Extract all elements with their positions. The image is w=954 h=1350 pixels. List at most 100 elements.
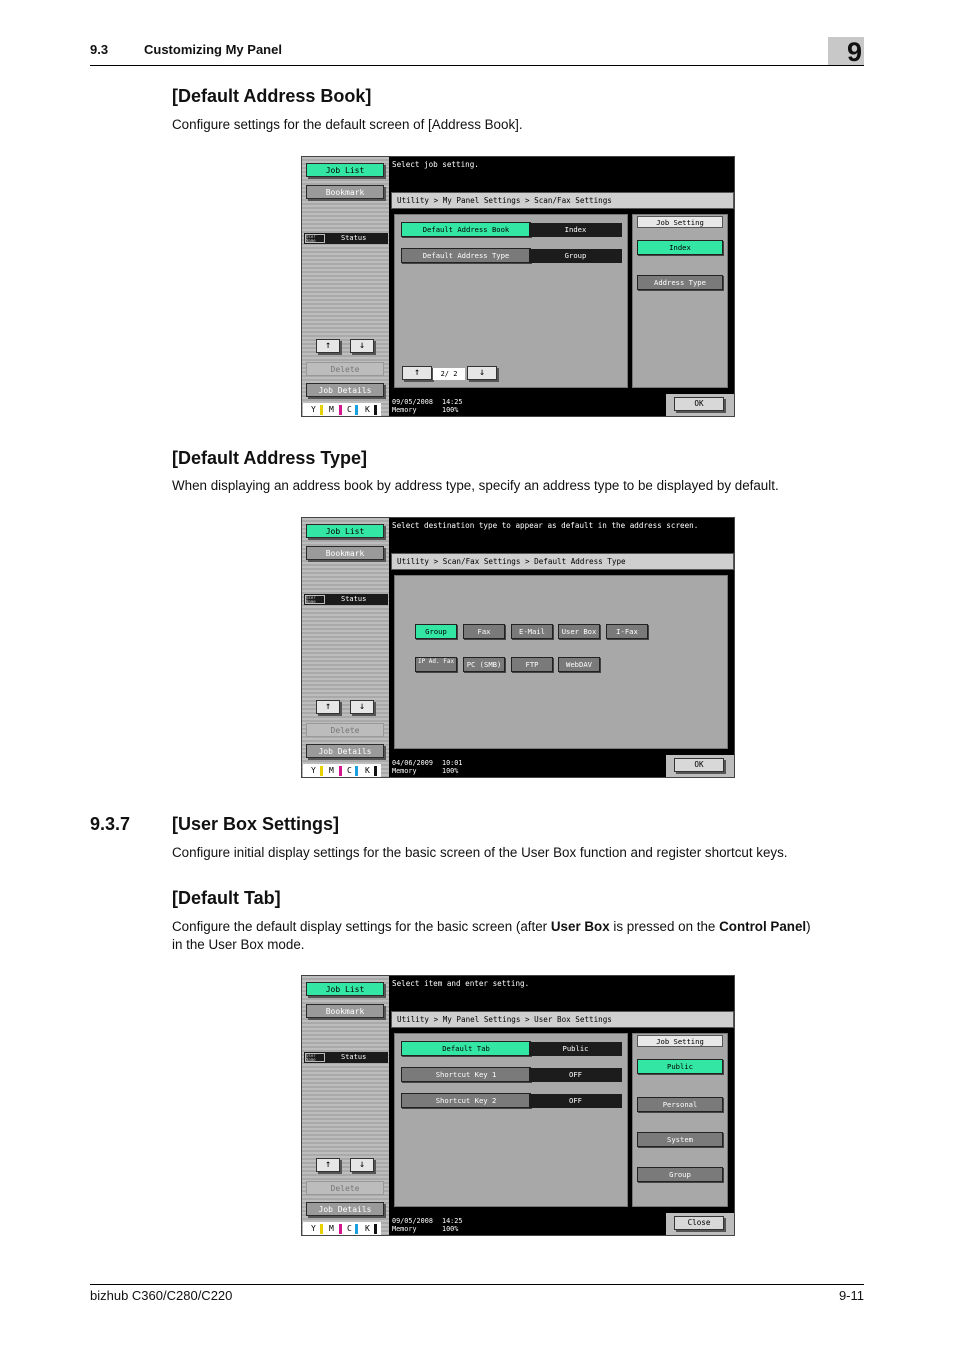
option-public-button[interactable]: Public (637, 1059, 723, 1074)
time: 10:01 (442, 759, 463, 767)
toner-c-label: C (347, 1224, 352, 1233)
delete-button[interactable]: Delete (306, 1181, 384, 1195)
setting-value: Index (529, 223, 622, 237)
chapter-number-box: 9 (828, 37, 864, 67)
down-arrow-icon[interactable]: ↓ (350, 700, 374, 714)
setting-value: Group (529, 249, 622, 263)
shortcut-key-1-button[interactable]: Shortcut Key 1 (401, 1067, 531, 1082)
bold-user-box: User Box (550, 919, 610, 934)
job-list-button[interactable]: Job List (306, 163, 384, 177)
option-address-type-button[interactable]: Address Type (637, 275, 723, 290)
option-index-button[interactable]: Index (637, 240, 723, 255)
page-up-icon[interactable]: ↑ (402, 366, 432, 380)
close-button[interactable]: Close (674, 1216, 724, 1230)
footer-page-number: 9-11 (838, 1288, 864, 1303)
toner-y-bar (320, 405, 323, 415)
header-section-number: 9.3 (90, 42, 109, 57)
setting-row[interactable]: Default Address Type Group (401, 248, 623, 264)
toner-c-bar (355, 1224, 358, 1234)
shortcut-key-2-button[interactable]: Shortcut Key 2 (401, 1093, 531, 1108)
delete-button[interactable]: Delete (306, 362, 384, 376)
default-address-book-button[interactable]: Default Address Book (401, 222, 531, 237)
screen-default-tab: Job List Bookmark User Name Status ↑ ↓ D… (301, 975, 735, 1236)
type-ifax-button[interactable]: I-Fax (606, 624, 648, 639)
toner-m-label: M (329, 405, 334, 414)
screen-default-address-type: Job List Bookmark User Name Status ↑ ↓ D… (301, 517, 735, 778)
toner-c-label: C (347, 766, 352, 775)
heading-default-tab: [Default Tab] (172, 888, 281, 908)
type-group-button[interactable]: Group (415, 624, 457, 639)
page-down-icon[interactable]: ↓ (467, 366, 497, 380)
toner-c-bar (355, 405, 358, 415)
text-default-address-book: Configure settings for the default scree… (172, 117, 523, 132)
text-part: ) (806, 919, 811, 934)
setting-row[interactable]: Shortcut Key 1 OFF (401, 1067, 623, 1083)
footer-product: bizhub C360/C280/C220 (90, 1288, 233, 1303)
job-list-button[interactable]: Job List (306, 524, 384, 538)
user-status-bar: User Name Status (304, 594, 388, 605)
toner-c-label: C (347, 405, 352, 414)
breadcrumb: Utility > My Panel Settings > User Box S… (391, 1011, 734, 1028)
up-arrow-icon[interactable]: ↑ (316, 339, 340, 353)
default-address-type-button[interactable]: Default Address Type (401, 248, 531, 263)
breadcrumb: Utility > My Panel Settings > Scan/Fax S… (391, 192, 734, 209)
user-status-bar: User Name Status (304, 233, 388, 244)
job-setting-title: Job Setting (637, 216, 723, 228)
ok-button[interactable]: OK (674, 758, 724, 772)
heading-default-address-book: [Default Address Book] (172, 86, 372, 106)
up-arrow-icon[interactable]: ↑ (316, 1158, 340, 1172)
status-label: Status (341, 234, 367, 242)
user-name-icon: User Name (305, 595, 325, 604)
toner-y-label: Y (311, 766, 316, 775)
type-webdav-button[interactable]: WebDAV (558, 657, 600, 672)
message-bar: Select item and enter setting. (389, 976, 734, 1008)
job-setting-title: Job Setting (637, 1035, 723, 1047)
setting-row[interactable]: Shortcut Key 2 OFF (401, 1093, 623, 1109)
bold-control-panel: Control Panel (719, 919, 807, 934)
date-memory-bar: 04/06/2009 10:01 Memory 100% (390, 755, 666, 777)
bookmark-button[interactable]: Bookmark (306, 546, 384, 560)
memory-value: 100% (442, 1225, 459, 1233)
option-group-button[interactable]: Group (637, 1167, 723, 1182)
toner-indicator: Y M C K (303, 1222, 381, 1235)
default-tab-button[interactable]: Default Tab (401, 1041, 531, 1056)
option-personal-button[interactable]: Personal (637, 1097, 723, 1112)
toner-k-bar (374, 766, 377, 776)
text-part: in the User Box mode. (172, 937, 305, 952)
header-section-title: Customizing My Panel (144, 42, 282, 57)
type-user-box-button[interactable]: User Box (558, 624, 600, 639)
toner-k-bar (374, 1224, 377, 1234)
delete-button[interactable]: Delete (306, 723, 384, 737)
option-system-button[interactable]: System (637, 1132, 723, 1147)
type-ftp-button[interactable]: FTP (511, 657, 553, 672)
message-bar: Select job setting. (389, 157, 734, 189)
job-list-button[interactable]: Job List (306, 982, 384, 996)
job-details-button[interactable]: Job Details (306, 1202, 384, 1216)
date-memory-bar: 09/05/2008 14:25 Memory 100% (390, 1213, 666, 1235)
toner-y-bar (320, 1224, 323, 1234)
setting-row[interactable]: Default Address Book Index (401, 222, 623, 238)
bookmark-button[interactable]: Bookmark (306, 1004, 384, 1018)
down-arrow-icon[interactable]: ↓ (350, 339, 374, 353)
toner-m-bar (339, 405, 342, 415)
type-ip-address-fax-button[interactable]: IP Ad. Fax (415, 657, 457, 672)
user-status-bar: User Name Status (304, 1052, 388, 1063)
toner-c-bar (355, 766, 358, 776)
job-details-button[interactable]: Job Details (306, 744, 384, 758)
type-email-button[interactable]: E-Mail (511, 624, 553, 639)
setting-row[interactable]: Default Tab Public (401, 1041, 623, 1057)
status-label: Status (341, 595, 367, 603)
text-part: is pressed on the (609, 919, 720, 934)
ok-button[interactable]: OK (674, 397, 724, 411)
section-number: 9.3.7 (90, 814, 131, 834)
job-details-button[interactable]: Job Details (306, 383, 384, 397)
type-pc-smb-button[interactable]: PC (SMB) (463, 657, 505, 672)
text-default-tab: Configure the default display settings f… (172, 918, 862, 954)
toner-k-label: K (365, 405, 370, 414)
toner-k-label: K (365, 1224, 370, 1233)
bookmark-button[interactable]: Bookmark (306, 185, 384, 199)
down-arrow-icon[interactable]: ↓ (350, 1158, 374, 1172)
memory-label: Memory (392, 406, 417, 414)
type-fax-button[interactable]: Fax (463, 624, 505, 639)
up-arrow-icon[interactable]: ↑ (316, 700, 340, 714)
